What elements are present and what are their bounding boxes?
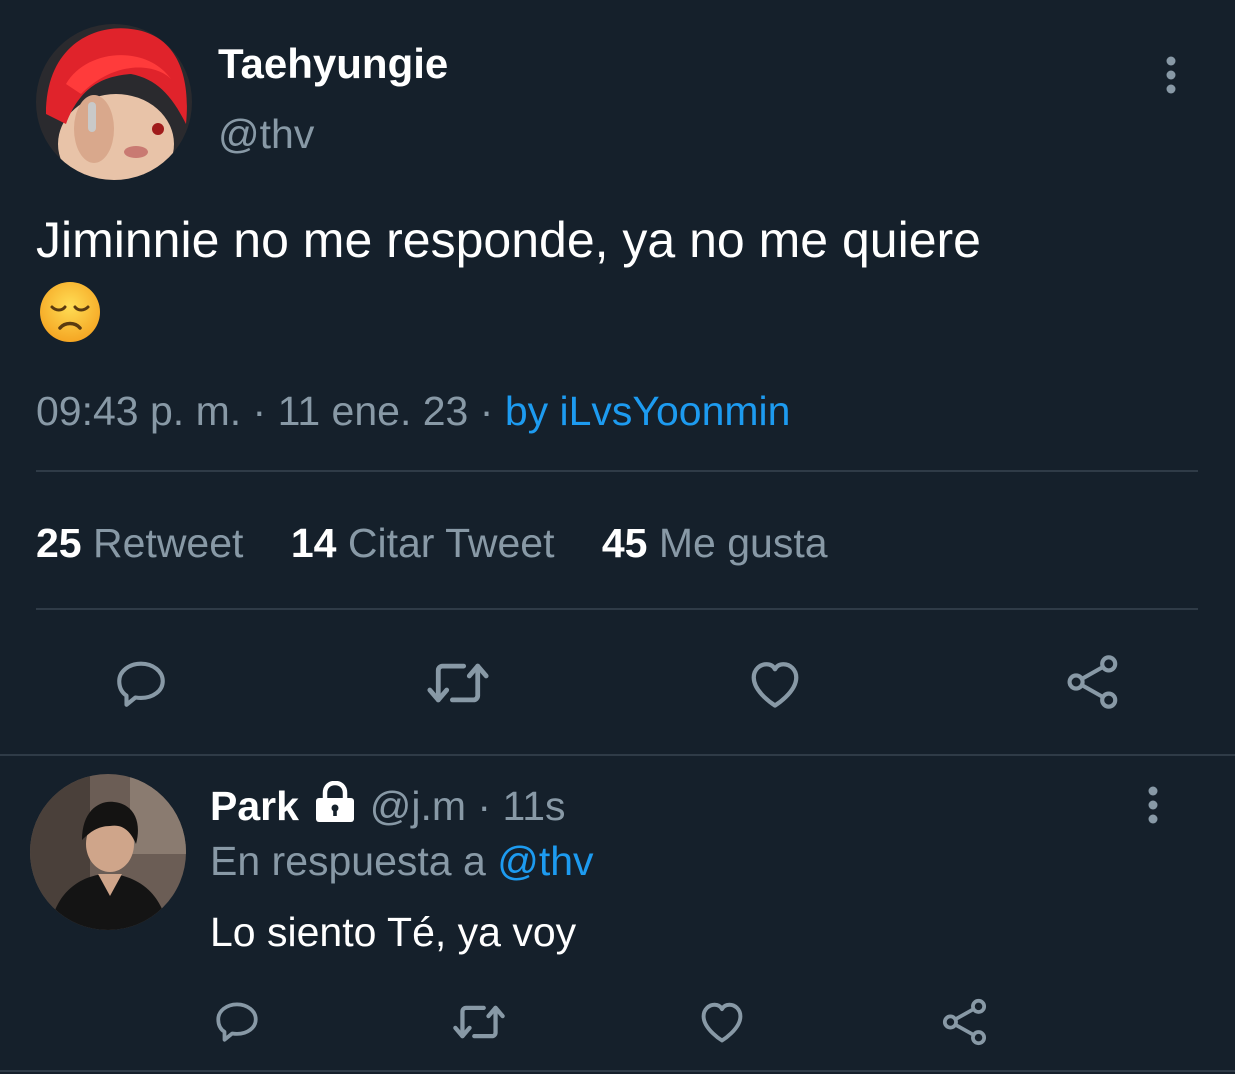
retweet-label: Retweet	[93, 520, 244, 566]
separator: ·	[479, 388, 494, 434]
share-icon[interactable]	[1064, 652, 1122, 712]
source-link[interactable]: by iLvsYoonmin	[505, 388, 791, 434]
handle[interactable]: @j.m	[370, 783, 466, 829]
reply-text: Lo siento Té, ya voy	[210, 909, 577, 955]
tweet-text: Jiminnie no me responde, ya no me quiere	[36, 212, 981, 268]
retweet-count: 25	[36, 520, 82, 566]
display-name[interactable]: Taehyungie	[218, 40, 448, 88]
retweet-icon[interactable]	[424, 652, 492, 714]
quote-stat[interactable]: 14 Citar Tweet	[291, 520, 566, 566]
avatar[interactable]	[30, 774, 186, 930]
reply-icon[interactable]	[112, 654, 170, 712]
tweet-time: 09:43 p. m.	[36, 388, 242, 434]
like-label: Me gusta	[658, 520, 828, 566]
sad-face-emoji: 😞	[38, 280, 102, 344]
separator: ·	[252, 388, 267, 434]
quote-label: Citar Tweet	[347, 520, 555, 566]
like-count: 45	[601, 520, 648, 566]
retweet-icon[interactable]	[450, 996, 508, 1048]
divider	[36, 608, 1198, 610]
divider	[0, 1070, 1235, 1072]
divider	[0, 754, 1235, 756]
avatar[interactable]	[36, 24, 192, 180]
display-name[interactable]: Park	[210, 783, 299, 829]
heart-icon[interactable]	[696, 996, 748, 1046]
tweet-stats: 25 Retweet 14 Citar Tweet 45 Me gusta	[36, 518, 828, 568]
retweet-stat[interactable]: 25 Retweet	[36, 520, 255, 566]
reply-icon[interactable]	[212, 996, 262, 1046]
handle[interactable]: @thv	[218, 110, 314, 158]
tweet-date: 11 ene. 23	[277, 388, 469, 434]
replying-to-label: En respuesta a	[210, 838, 486, 884]
replying-to-handle[interactable]: @thv	[497, 838, 593, 884]
heart-icon[interactable]	[745, 654, 805, 712]
quote-count: 14	[290, 520, 337, 566]
replying-to: En respuesta a @thv	[210, 836, 594, 886]
separator: ·	[477, 783, 492, 829]
reply-header: Park @j.m · 11s	[210, 780, 566, 832]
time-ago[interactable]: 11s	[502, 783, 565, 829]
divider	[36, 470, 1198, 472]
more-vert-icon[interactable]	[1140, 784, 1166, 828]
share-icon[interactable]	[940, 996, 990, 1048]
lock-icon	[312, 781, 358, 823]
more-vert-icon[interactable]	[1158, 54, 1184, 98]
tweet-meta: 09:43 p. m. · 11 ene. 23 · by iLvsYoonmi…	[36, 386, 790, 436]
like-stat[interactable]: 45 Me gusta	[602, 520, 828, 566]
